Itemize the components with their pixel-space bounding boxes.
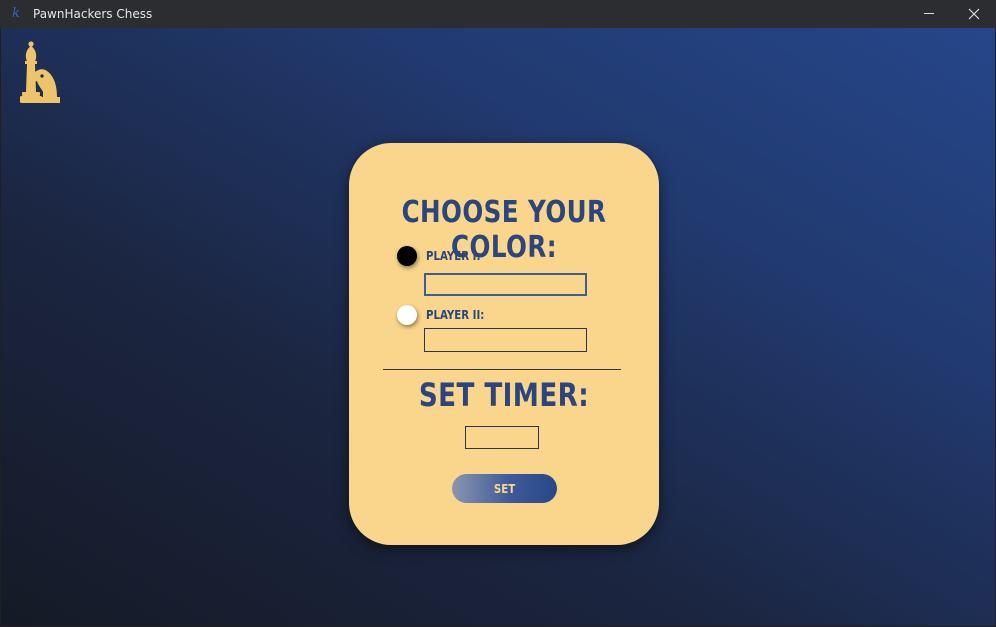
minimize-icon <box>924 13 934 14</box>
player-two-name-input[interactable] <box>424 328 587 352</box>
set-timer-heading: Set timer: <box>418 376 590 414</box>
set-button[interactable]: Set <box>452 474 557 503</box>
player-one-name-input[interactable] <box>424 273 587 296</box>
main-content: Choose your color: Player I: Player II: … <box>1 28 995 626</box>
app-logo-icon: k <box>12 6 20 21</box>
title-bar[interactable]: k PawnHackers Chess <box>0 0 996 28</box>
timer-input[interactable] <box>465 426 539 449</box>
close-icon <box>968 8 980 20</box>
player-one-label: Player I: <box>426 249 481 263</box>
window-title: PawnHackers Chess <box>33 7 153 21</box>
minimize-button[interactable] <box>907 0 951 28</box>
close-button[interactable] <box>952 0 996 28</box>
section-divider <box>383 369 621 370</box>
chess-logo-icon <box>20 41 60 103</box>
player-two-color-swatch[interactable] <box>397 305 417 325</box>
player-two-label: Player II: <box>426 308 485 322</box>
set-button-label: Set <box>493 481 516 496</box>
player-one-color-swatch[interactable] <box>397 246 417 266</box>
app-window: k PawnHackers Chess Choose your color: <box>0 0 996 627</box>
color-selection-card: Choose your color: Player I: Player II: … <box>349 143 659 545</box>
